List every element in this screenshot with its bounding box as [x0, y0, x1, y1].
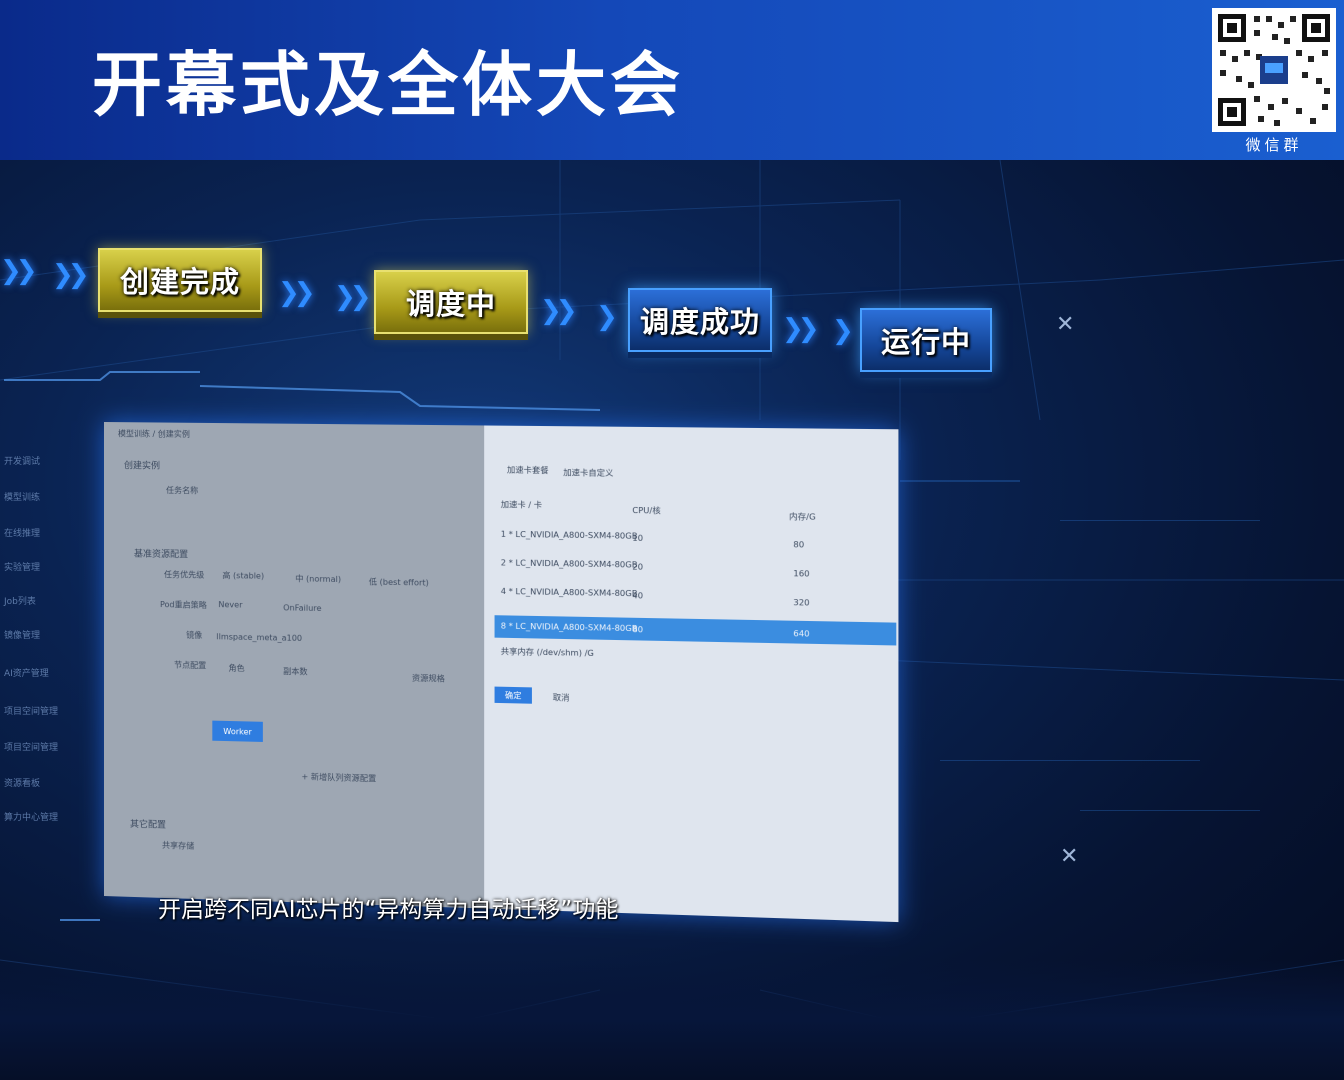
sidebar-item: 实验管理 — [4, 563, 41, 573]
shared-storage-label: 共享存储 — [162, 840, 195, 851]
sidebar-item: 开发调试 — [4, 457, 41, 467]
table-row-cpu: 80 — [632, 624, 644, 635]
breadcrumb: 模型训练 / 创建实例 — [117, 429, 190, 439]
sidebar-item: 模型训练 — [4, 493, 41, 503]
qr-caption: 微信群 — [1245, 136, 1303, 154]
table-header-cpu: CPU/核 — [632, 505, 661, 516]
priority-option-normal[interactable]: 中 (normal) — [295, 573, 341, 585]
table-row-mem: 160 — [793, 568, 810, 579]
chevron-right-icon: ❯❯ — [334, 282, 371, 312]
decor-x-icon: ✕ — [1060, 844, 1079, 869]
name-label: 任务名称 — [166, 485, 199, 496]
step-running: 运行中 — [860, 308, 992, 372]
table-row-selected[interactable]: 8 * LC_NVIDIA_A800-SXM4-80GB 80 640 — [494, 615, 897, 646]
node-col-spec: 资源规格 — [411, 673, 445, 684]
image-label: 镜像 — [186, 630, 203, 640]
sidebar-item: 项目空间管理 — [4, 743, 59, 753]
table-row-card: 8 * LC_NVIDIA_A800-SXM4-80GB — [500, 621, 638, 634]
table-row-mem: 80 — [793, 540, 805, 550]
table-row-card[interactable]: 4 * LC_NVIDIA_A800-SXM4-80GB — [501, 587, 638, 599]
step-created: 创建完成 — [98, 248, 262, 312]
step-scheduled: 调度成功 — [628, 288, 772, 352]
table-row-cpu: 40 — [632, 591, 644, 601]
confirm-button[interactable]: 确定 — [494, 686, 532, 704]
resource-section-title: 基准资源配置 — [133, 549, 189, 561]
other-section-title: 其它配置 — [129, 819, 167, 831]
chevron-right-icon: ❯ — [832, 316, 854, 346]
table-row-mem: 640 — [793, 628, 810, 639]
tab-custom[interactable]: 加速卡自定义 — [563, 467, 613, 479]
shared-memory-label: 共享内存 (/dev/shm) /G — [500, 646, 594, 659]
qr-code — [1212, 8, 1336, 132]
decor-x-icon: ✕ — [1056, 312, 1075, 337]
chevron-right-icon: ❯❯ — [782, 314, 819, 344]
sidebar-item: Job列表 — [4, 597, 36, 607]
sidebar-item: 项目空间管理 — [4, 707, 59, 717]
road-floor — [0, 960, 1344, 1080]
chevron-right-icon: ❯❯ — [0, 256, 37, 286]
table-row-mem: 320 — [793, 597, 810, 608]
priority-label: 任务优先级 — [164, 569, 205, 580]
video-subtitle: 开启跨不同AI芯片的“异构算力自动迁移”功能 — [158, 897, 619, 923]
table-header-mem: 内存/G — [789, 512, 816, 522]
chevron-right-icon: ❯❯ — [278, 278, 315, 308]
page-title: 开幕式及全体大会 — [92, 44, 684, 126]
screen-recording: 模型训练 / 创建实例 创建实例 任务名称 基准资源配置 任务优先级 高 (st… — [104, 422, 899, 923]
sidebar-item: AI资产管理 — [4, 669, 49, 679]
priority-option-low[interactable]: 低 (best effort) — [369, 576, 429, 588]
sidebar-item: 算力中心管理 — [4, 813, 59, 823]
sidebar-item: 资源看板 — [4, 779, 41, 789]
node-col-replicas: 副本数 — [283, 666, 308, 677]
table-row-card[interactable]: 1 * LC_NVIDIA_A800-SXM4-80GB — [501, 530, 638, 541]
table-row-card[interactable]: 2 * LC_NVIDIA_A800-SXM4-80GB — [501, 558, 638, 569]
chevron-right-icon: ❯❯ — [540, 296, 577, 326]
pod-restart-label: Pod重启策略 — [160, 600, 207, 610]
node-config-label: 节点配置 — [174, 660, 207, 671]
priority-option-high[interactable]: 高 (stable) — [222, 570, 264, 582]
table-header-card: 加速卡 / 卡 — [500, 500, 543, 510]
add-node-button[interactable]: + 新增队列资源配置 — [301, 771, 376, 784]
restart-option-never[interactable]: Never — [218, 600, 242, 609]
table-row-cpu: 20 — [632, 562, 644, 572]
tab-preset[interactable]: 加速卡套餐 — [507, 464, 549, 476]
step-scheduling: 调度中 — [374, 270, 528, 334]
table-row-cpu: 10 — [632, 533, 644, 543]
video-frame: ❯❯ ❯❯ 创建完成 ❯❯ ❯❯ 调度中 ❯❯ ❯ 调度成功 ❯❯ ❯ 运行中 … — [0, 160, 1344, 1080]
header-banner: 开幕式及全体大会 微信群 — [0, 0, 1344, 160]
chevron-right-icon: ❯ — [596, 302, 618, 332]
spec-select-panel: 加速卡套餐 加速卡自定义 加速卡 / 卡 CPU/核 内存/G 1 * LC_N… — [484, 425, 899, 923]
node-col-role: 角色 — [228, 663, 245, 674]
sidebar-item: 在线推理 — [4, 529, 41, 539]
worker-role-button[interactable]: Worker — [212, 720, 263, 742]
chevron-right-icon: ❯❯ — [52, 260, 89, 290]
cancel-button[interactable]: 取消 — [553, 692, 570, 704]
image-value[interactable]: llmspace_meta_a100 — [216, 632, 302, 643]
create-form-panel: 模型训练 / 创建实例 创建实例 任务名称 基准资源配置 任务优先级 高 (st… — [104, 422, 485, 909]
sidebar-item: 镜像管理 — [4, 631, 41, 641]
restart-option-onfailure[interactable]: OnFailure — [283, 603, 321, 613]
form-section-title: 创建实例 — [123, 461, 161, 472]
